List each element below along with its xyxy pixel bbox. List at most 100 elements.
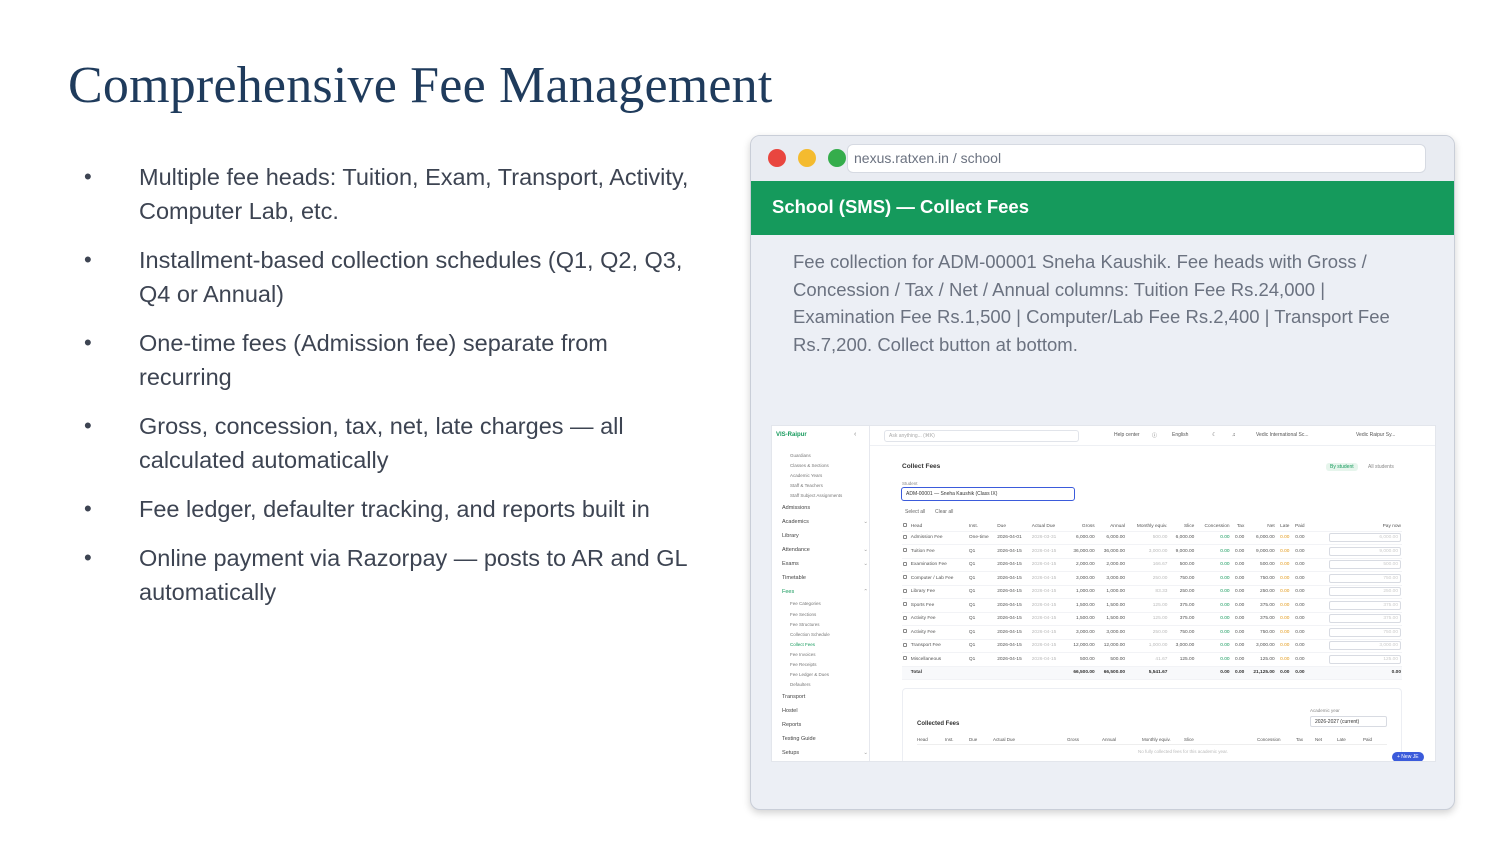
sidebar-item[interactable]: Guardians bbox=[782, 451, 868, 461]
collected-column-header: Due bbox=[969, 737, 978, 742]
close-window-button[interactable] bbox=[768, 149, 786, 167]
table-row: Examination Fee Q1 2026-04-15 2026-04-15 2,0… bbox=[902, 558, 1402, 572]
cell-annual: 1,500.00 bbox=[1095, 612, 1127, 626]
sidebar-item[interactable]: Library bbox=[782, 529, 868, 543]
sidebar-item[interactable]: Transport bbox=[782, 690, 868, 704]
sidebar-item[interactable]: Staff & Teachers bbox=[782, 481, 868, 491]
row-checkbox[interactable] bbox=[903, 656, 907, 661]
theme-toggle-icon[interactable]: ☾ bbox=[1212, 432, 1216, 438]
bullet-item: • Multiple fee heads: Tuition, Exam, Tran… bbox=[80, 160, 700, 228]
cell-gross: 3,000.00 bbox=[1065, 625, 1096, 640]
cell-tax: 0.00 bbox=[1230, 571, 1246, 586]
pay-now-input[interactable]: 375.00 bbox=[1329, 600, 1401, 610]
pay-now-input[interactable]: 9,000.00 bbox=[1329, 546, 1401, 556]
cell-inst: Q1 bbox=[967, 544, 997, 559]
sidebar-item[interactable]: Timetable bbox=[782, 571, 868, 585]
cell-net: 750.00 bbox=[1245, 625, 1276, 640]
row-checkbox[interactable] bbox=[903, 575, 907, 580]
collapse-sidebar-icon[interactable]: ‹ bbox=[854, 431, 856, 438]
pay-now-input[interactable]: 250.00 bbox=[1329, 587, 1401, 597]
sidebar-item[interactable]: Admissions bbox=[782, 501, 868, 515]
sidebar-item[interactable]: Fee Sections bbox=[782, 610, 868, 620]
table-row: Tuition Fee Q1 2026-04-15 2026-04-15 36,000.… bbox=[902, 544, 1402, 559]
row-checkbox-cell bbox=[902, 531, 910, 545]
pay-now-input[interactable]: 6,000.00 bbox=[1329, 533, 1401, 543]
sidebar-item[interactable]: Attendance ⌄ bbox=[782, 543, 868, 557]
address-bar[interactable]: nexus.ratxen.in / school bbox=[847, 144, 1426, 173]
row-checkbox[interactable] bbox=[903, 561, 907, 566]
sidebar-item[interactable]: Fee Structures bbox=[782, 620, 868, 630]
row-checkbox[interactable] bbox=[903, 615, 907, 620]
sidebar-item[interactable]: Fees ⌃ bbox=[782, 585, 868, 599]
cell-gross: 500.00 bbox=[1065, 652, 1096, 667]
pay-now-input[interactable]: 125.00 bbox=[1329, 654, 1401, 664]
sidebar-item[interactable]: Staff Subject Assignments bbox=[782, 491, 868, 501]
cell-monthly: 166.67 bbox=[1126, 558, 1169, 572]
sidebar-item[interactable]: Fee Ledger & Dues bbox=[782, 670, 868, 680]
sidebar-item-label: Fees bbox=[782, 589, 795, 596]
sidebar-item-label: Classes & Sections bbox=[790, 463, 829, 469]
header-checkbox[interactable] bbox=[903, 523, 907, 528]
sidebar-item[interactable]: Defaulters bbox=[782, 680, 868, 690]
sidebar-item[interactable]: Classes & Sections bbox=[782, 461, 868, 471]
row-checkbox[interactable] bbox=[903, 642, 907, 647]
help-icon[interactable]: ⓘ bbox=[1152, 432, 1157, 439]
sidebar-item[interactable]: Reports bbox=[782, 718, 868, 732]
help-center-link[interactable]: Help center bbox=[1114, 432, 1140, 438]
cell-annual: 6,000.00 bbox=[1095, 531, 1127, 545]
company-switcher[interactable]: Vedic International Sc... bbox=[1256, 432, 1309, 438]
total-blank bbox=[902, 666, 910, 680]
sidebar-item[interactable]: Exams ⌄ bbox=[782, 557, 868, 571]
sidebar-item[interactable]: Fee Invoices bbox=[782, 650, 868, 660]
sidebar-item-label: Defaulters bbox=[790, 682, 811, 688]
sidebar-item[interactable]: Academics ⌄ bbox=[782, 515, 868, 529]
select-all-button[interactable]: Select all bbox=[905, 509, 925, 515]
minimize-window-button[interactable] bbox=[798, 149, 816, 167]
student-select[interactable]: ADM-00001 — Sneha Kaushik (Class IX) bbox=[901, 487, 1075, 501]
pay-now-input[interactable]: 375.00 bbox=[1329, 614, 1401, 624]
collected-column-header: Actual Due bbox=[993, 737, 1016, 742]
cell-annual: 3,000.00 bbox=[1095, 571, 1127, 586]
clear-all-button[interactable]: Clear all bbox=[935, 509, 953, 515]
new-je-button[interactable]: + New JE bbox=[1392, 752, 1424, 761]
row-checkbox[interactable] bbox=[903, 602, 907, 607]
cell-net: 500.00 bbox=[1245, 558, 1276, 572]
sidebar-item[interactable]: Fee Receipts bbox=[782, 660, 868, 670]
by-student-toggle[interactable]: By student bbox=[1326, 463, 1358, 471]
row-checkbox[interactable] bbox=[903, 588, 907, 593]
row-checkbox[interactable] bbox=[903, 534, 907, 539]
bullet-item: • Online payment via Razorpay — posts to … bbox=[80, 541, 700, 609]
bullet-marker: • bbox=[84, 496, 92, 521]
cell-tax: 0.00 bbox=[1230, 585, 1246, 599]
search-input[interactable]: Ask anything... (⌘K) bbox=[884, 430, 1079, 442]
academic-year-select[interactable]: 2026-2027 (current) bbox=[1310, 716, 1387, 727]
browser-chrome: nexus.ratxen.in / school bbox=[751, 136, 1454, 181]
sidebar-item[interactable]: Testing Guide bbox=[782, 732, 868, 746]
cell-monthly: 125.00 bbox=[1126, 612, 1169, 626]
maximize-window-button[interactable] bbox=[828, 149, 846, 167]
cell-paid: 0.00 bbox=[1290, 585, 1306, 599]
row-checkbox[interactable] bbox=[903, 548, 907, 553]
sidebar-item[interactable]: Collection Schedule bbox=[782, 630, 868, 640]
user-menu[interactable]: Vedic Raipur Sy... bbox=[1356, 432, 1395, 438]
bullet-text: Online payment via Razorpay — posts to A… bbox=[139, 545, 687, 605]
language-select[interactable]: English bbox=[1172, 432, 1188, 438]
pay-now-input[interactable]: 750.00 bbox=[1329, 627, 1401, 637]
cell-monthly: 83.33 bbox=[1126, 585, 1169, 599]
bell-icon[interactable]: ♫ bbox=[1232, 432, 1236, 438]
cell-actual-due: 2026-03-31 bbox=[1030, 531, 1066, 545]
pay-now-input[interactable]: 500.00 bbox=[1329, 560, 1401, 570]
sidebar-item[interactable]: Collect Fees bbox=[782, 640, 868, 650]
sidebar-item[interactable]: Fee Categories bbox=[782, 599, 868, 609]
row-checkbox[interactable] bbox=[903, 629, 907, 634]
browser-window: nexus.ratxen.in / school School (SMS) — … bbox=[750, 135, 1455, 810]
row-checkbox-cell bbox=[902, 625, 910, 640]
cell-monthly: 125.00 bbox=[1126, 598, 1169, 613]
sidebar-item[interactable]: Hostel bbox=[782, 704, 868, 718]
pay-now-input[interactable]: 750.00 bbox=[1329, 573, 1401, 583]
sidebar-item[interactable]: Academic Years bbox=[782, 471, 868, 481]
pay-now-input[interactable]: 3,000.00 bbox=[1329, 641, 1401, 651]
cell-concession: 0.00 bbox=[1195, 571, 1231, 586]
sidebar-item[interactable]: Setups ⌄ bbox=[782, 746, 868, 760]
all-students-toggle[interactable]: All students bbox=[1368, 464, 1394, 470]
